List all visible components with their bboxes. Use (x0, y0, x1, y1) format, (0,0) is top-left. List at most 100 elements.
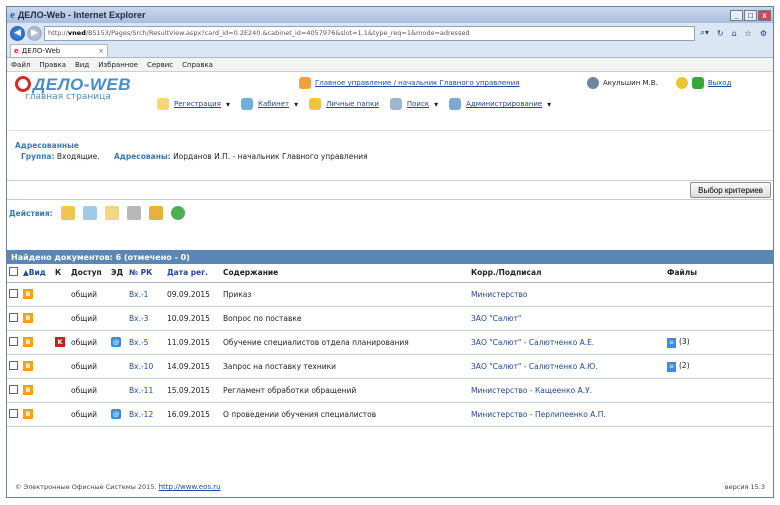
row-checkbox[interactable] (9, 336, 18, 346)
logout-link[interactable]: Выход (708, 79, 732, 87)
refresh-icon[interactable]: ↻ (714, 29, 727, 38)
menu-view[interactable]: Вид (75, 61, 89, 69)
table-icon[interactable] (82, 206, 97, 220)
browser-tab[interactable]: e ДЕЛО-Web × (10, 44, 108, 57)
electronic-doc-icon[interactable]: @ (111, 337, 121, 347)
org-link[interactable]: Главное управление / начальник Главного … (315, 79, 520, 87)
row-rk-link[interactable]: Вх.-12 (127, 402, 165, 427)
col-kind[interactable]: ▲Вид (21, 264, 53, 283)
menu-favorites[interactable]: Избранное (98, 61, 138, 69)
col-ed[interactable]: ЭД (109, 264, 127, 283)
table-row[interactable]: Bобщий Вх.-1 09.09.2015 Приказ Министерство (7, 282, 773, 307)
copy-icon[interactable] (104, 206, 119, 220)
col-access[interactable]: Доступ (69, 264, 109, 283)
row-checkbox[interactable] (9, 384, 18, 394)
row-select-cell[interactable] (7, 282, 21, 307)
logout-icon[interactable] (691, 77, 704, 89)
row-rk-link[interactable]: Вх.-5 (127, 330, 165, 355)
title-bar: e ДЕЛО-Web - Internet Explorer _ □ x (7, 7, 773, 23)
col-corr[interactable]: Корр./Подписал (469, 264, 665, 283)
col-date[interactable]: Дата рег. (165, 264, 221, 283)
chevron-down-icon[interactable]: ▾ (294, 100, 298, 109)
table-row[interactable]: Bобщий @ Вх.-12 16.09.2015 О проведении обуч… (7, 402, 773, 427)
nav-personal-folders[interactable]: Личные папки (326, 100, 379, 108)
close-button[interactable]: x (758, 9, 771, 21)
nav-cabinet[interactable]: Кабинет (258, 100, 289, 108)
table-row[interactable]: B Kобщий @ Вх.-5 11.09.2015 Обучение специали… (7, 330, 773, 355)
select-all-header[interactable] (7, 264, 21, 283)
row-corr[interactable]: Министерство (469, 282, 665, 307)
row-rk-link[interactable]: Вх.-10 (127, 354, 165, 379)
minimize-button[interactable]: _ (730, 9, 743, 21)
footer-link[interactable]: http://www.eos.ru (159, 483, 221, 491)
select-criteria-button[interactable]: Выбор критериев (690, 182, 771, 198)
electronic-doc-icon[interactable]: @ (111, 409, 121, 419)
actions-menu-icon[interactable] (60, 206, 75, 220)
row-corr[interactable]: Министерство - Кащеенко А.У. (469, 378, 665, 403)
gear-icon[interactable] (675, 77, 688, 89)
forward-button[interactable]: ▶ (27, 25, 42, 41)
col-content[interactable]: Содержание (221, 264, 469, 283)
menu-edit[interactable]: Правка (39, 61, 66, 69)
row-files-cell[interactable] (665, 402, 773, 427)
nav-administration[interactable]: Администрирование (466, 100, 542, 108)
nav-registration[interactable]: Регистрация (174, 100, 221, 108)
favorites-icon[interactable]: ☆ (742, 29, 755, 38)
file-icon[interactable]: ≡ (667, 361, 676, 372)
row-select-cell[interactable] (7, 306, 21, 331)
row-files-cell[interactable]: ≡ (3) (665, 330, 773, 355)
row-checkbox[interactable] (9, 312, 18, 322)
row-kind-cell: B (21, 306, 53, 331)
maximize-button[interactable]: □ (744, 9, 757, 21)
print-icon[interactable] (126, 206, 141, 220)
row-files-cell[interactable] (665, 282, 773, 307)
table-row[interactable]: Bобщий Вх.-11 15.09.2015 Регламент обработк… (7, 378, 773, 403)
chevron-down-icon[interactable]: ▾ (226, 100, 230, 109)
menu-tools[interactable]: Сервис (147, 61, 173, 69)
chevron-down-icon[interactable]: ▾ (547, 100, 551, 109)
row-corr[interactable]: ЗАО "Салют" (469, 306, 665, 331)
chevron-down-icon[interactable]: ▾ (434, 100, 438, 109)
row-checkbox[interactable] (9, 360, 18, 370)
row-files-count[interactable]: (3) (679, 337, 690, 346)
tab-close-icon[interactable]: × (98, 47, 104, 55)
home-icon[interactable]: ⌂ (729, 29, 740, 38)
row-checkbox[interactable] (9, 408, 18, 418)
row-select-cell[interactable] (7, 402, 21, 427)
nav-search[interactable]: Поиск (407, 100, 429, 108)
row-date: 11.09.2015 (165, 330, 221, 355)
menu-help[interactable]: Справка (182, 61, 213, 69)
col-k[interactable]: К (53, 264, 69, 283)
row-select-cell[interactable] (7, 354, 21, 379)
app-logo[interactable]: ДЕЛО-WEB главная страница (15, 75, 131, 102)
table-row[interactable]: Bобщий Вх.-10 14.09.2015 Запрос на поставку… (7, 354, 773, 379)
row-corr[interactable]: Министерство - Перлипеенко А.П. (469, 402, 665, 427)
attach-icon[interactable] (148, 206, 163, 220)
addressed-value: Иорданов И.П. - начальник Главного управ… (173, 152, 368, 161)
row-rk-link[interactable]: Вх.-1 (127, 282, 165, 307)
refresh-list-icon[interactable] (170, 206, 185, 220)
row-select-cell[interactable] (7, 330, 21, 355)
row-corr[interactable]: ЗАО "Салют" - Салютченко А.Е. (469, 330, 665, 355)
row-files-count[interactable]: (2) (679, 361, 690, 370)
row-files-cell[interactable]: ≡ (2) (665, 354, 773, 379)
row-select-cell[interactable] (7, 378, 21, 403)
col-rk[interactable]: № РК (127, 264, 165, 283)
col-files[interactable]: Файлы (665, 264, 773, 283)
row-checkbox[interactable] (9, 288, 18, 298)
row-rk-link[interactable]: Вх.-3 (127, 306, 165, 331)
search-icon[interactable]: ⌕▾ (697, 28, 712, 38)
row-files-cell[interactable] (665, 306, 773, 331)
address-field[interactable]: http://vned/BS153/Pages/Srch/ResultView.… (44, 25, 696, 41)
row-corr[interactable]: ЗАО "Салют" - Салютченко А.Ю. (469, 354, 665, 379)
row-files-cell[interactable] (665, 378, 773, 403)
file-icon[interactable]: ≡ (667, 337, 676, 348)
row-rk-link[interactable]: Вх.-11 (127, 378, 165, 403)
menu-file[interactable]: Файл (11, 61, 30, 69)
table-row[interactable]: Bобщий Вх.-3 10.09.2015 Вопрос по поставке З… (7, 306, 773, 331)
group-label: Группа: (21, 152, 55, 161)
row-access: общий (69, 306, 109, 331)
select-all-checkbox[interactable] (9, 267, 18, 277)
settings-icon[interactable]: ⚙ (757, 29, 770, 38)
back-button[interactable]: ◀ (10, 25, 25, 41)
